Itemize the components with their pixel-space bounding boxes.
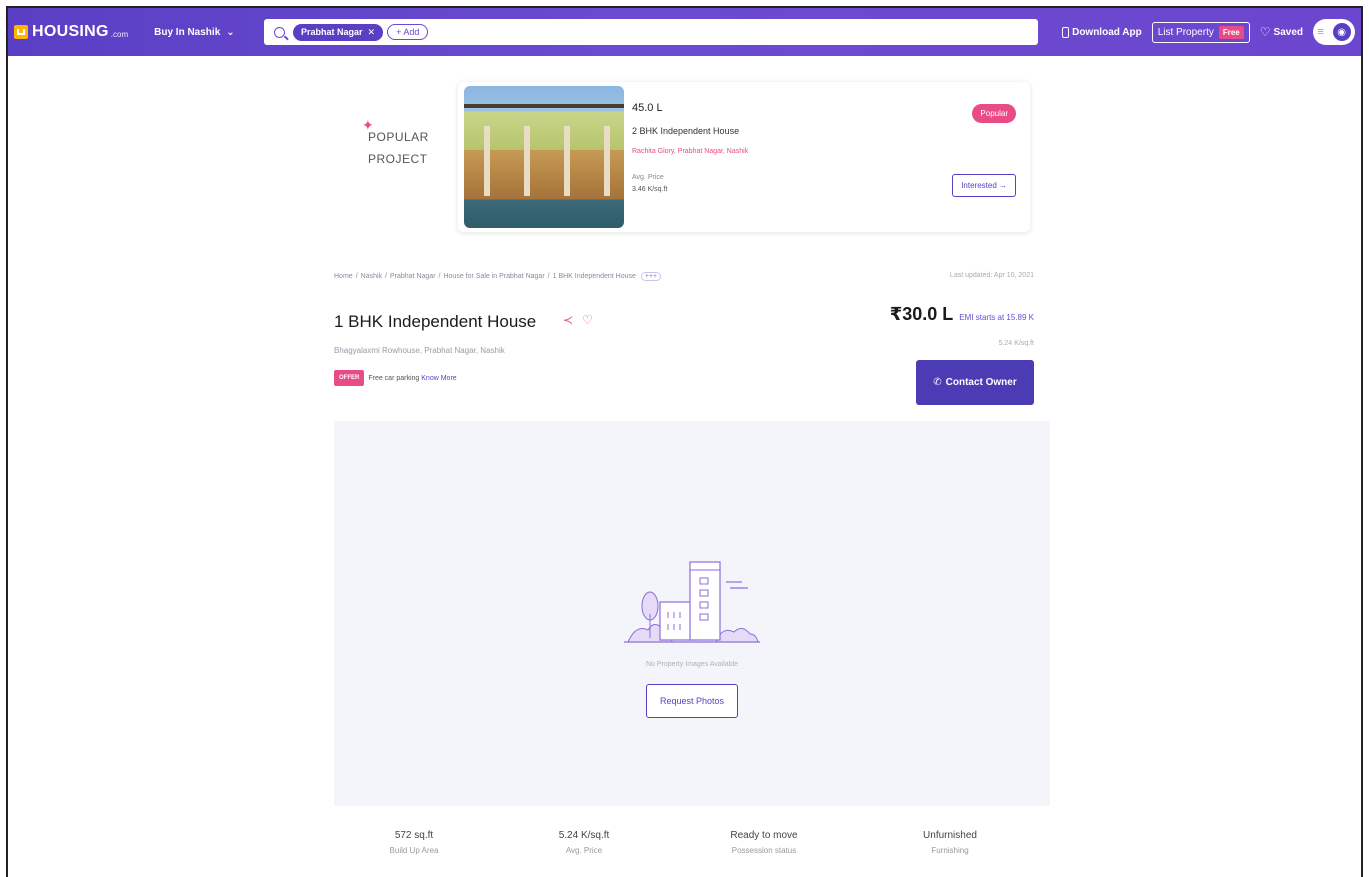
project-price: 45.0 L xyxy=(632,102,663,114)
avatar: ◉ xyxy=(1332,23,1351,41)
fact-build-up-area: 572 sq.ft Build Up Area xyxy=(334,830,494,855)
offer-badge: OFFER xyxy=(334,370,365,386)
free-badge: Free xyxy=(1218,25,1244,39)
popular-project-heading: ✦ POPULAR PROJECT xyxy=(362,117,429,170)
contact-owner-label: Contact Owner xyxy=(945,377,1017,388)
sparkle-icon: ✦ xyxy=(362,117,375,133)
offer-know-more-link[interactable]: Know More xyxy=(421,375,456,382)
breadcrumb-more-button[interactable]: +++ xyxy=(640,272,662,281)
popular-label-line1: POPULAR xyxy=(368,130,429,144)
close-icon[interactable]: ✕ xyxy=(368,27,376,38)
no-images-text: No Property Images Available xyxy=(645,661,739,668)
fact-label: Furnishing xyxy=(931,846,969,855)
page-title: 1 BHK Independent House xyxy=(334,312,537,331)
project-avg-price: 3.46 K/sq.ft xyxy=(632,186,668,193)
list-property-label: List Property xyxy=(1157,26,1214,38)
phone-icon: ✆ xyxy=(933,377,942,388)
fact-value: Ready to move xyxy=(730,830,798,841)
price-row: ₹30.0 L EMI starts at 15.89 K xyxy=(890,304,1034,325)
top-navigation-bar: HOUSING .com Buy In Nashik ⌄ Prabhat Nag… xyxy=(8,8,1361,56)
home-logo-icon xyxy=(14,25,28,39)
request-photos-button[interactable]: Request Photos xyxy=(646,684,738,718)
chevron-down-icon: ⌄ xyxy=(226,26,235,38)
saved-link[interactable]: ♡ Saved xyxy=(1260,25,1303,39)
brand-name: HOUSING xyxy=(32,23,109,40)
search-icon xyxy=(274,26,285,38)
download-app-link[interactable]: Download App xyxy=(1062,26,1142,38)
listing-address: Bhagyalaxmi Rowhouse, Prabhat Nagar, Nas… xyxy=(334,346,505,355)
project-avg-price-label: Avg. Price xyxy=(632,174,664,181)
price-per-sqft: 5.24 K/sq.ft xyxy=(998,340,1034,347)
favorite-icon[interactable]: ♡ xyxy=(582,313,593,327)
fact-value: 572 sq.ft xyxy=(394,830,434,841)
project-photo[interactable] xyxy=(464,86,624,228)
breadcrumb-item[interactable]: Prabhat Nagar xyxy=(390,273,436,280)
city-selector[interactable]: Buy In Nashik ⌄ xyxy=(154,27,235,38)
heart-icon: ♡ xyxy=(1259,25,1271,39)
building-illustration-icon xyxy=(624,561,760,643)
breadcrumb-item[interactable]: House for Sale in Prabhat Nagar xyxy=(443,273,544,280)
photo-column xyxy=(604,126,610,196)
phone-icon xyxy=(1062,26,1070,38)
add-locality-button[interactable]: + Add xyxy=(387,24,429,40)
share-icon[interactable]: ≺ xyxy=(563,313,573,327)
housing-logo[interactable]: HOUSING .com xyxy=(14,23,128,41)
photo-column xyxy=(564,126,570,196)
offer-description: Free car parking xyxy=(368,374,420,382)
fact-value: 5.24 K/sq.ft xyxy=(558,830,610,841)
popular-project-card[interactable]: 45.0 L 2 BHK Independent House Rachita G… xyxy=(458,82,1030,232)
user-menu[interactable]: ≡ ◉ xyxy=(1313,19,1355,45)
download-app-label: Download App xyxy=(1072,26,1142,38)
breadcrumb: Home / Nashik / Prabhat Nagar / House for Sale… xyxy=(334,272,662,281)
search-locality-chip[interactable]: Prabhat Nagar ✕ xyxy=(293,23,384,41)
chip-label: Prabhat Nagar xyxy=(301,27,363,37)
fact-avg-price: 5.24 K/sq.ft Avg. Price xyxy=(504,830,664,855)
fact-label: Possession status xyxy=(731,846,797,855)
saved-label: Saved xyxy=(1273,26,1303,38)
project-type: 2 BHK Independent House xyxy=(632,126,740,136)
browser-viewport: HOUSING .com Buy In Nashik ⌄ Prabhat Nag… xyxy=(6,6,1363,877)
last-updated: Last updated: Apr 10, 2021 xyxy=(949,272,1034,279)
fact-possession-status: Ready to move Possession status xyxy=(684,830,844,855)
search-bar[interactable]: Prabhat Nagar ✕ + Add xyxy=(264,19,1038,45)
breadcrumb-item[interactable]: Nashik xyxy=(361,273,382,280)
listing-price: ₹30.0 L xyxy=(889,304,954,324)
interested-button[interactable]: Interested → xyxy=(952,174,1016,197)
contact-owner-button[interactable]: ✆ Contact Owner xyxy=(916,360,1034,405)
offer-row: OFFER Free car parking Know More xyxy=(334,370,457,386)
breadcrumb-item: 1 BHK Independent House xyxy=(552,273,636,280)
fact-label: Avg. Price xyxy=(565,846,603,855)
menu-icon: ≡ xyxy=(1317,26,1324,38)
offer-text: Free car parking Know More xyxy=(368,375,456,382)
project-location[interactable]: Rachita Glory, Prabhat Nagar, Nashik xyxy=(632,148,748,155)
popular-label-line2: PROJECT xyxy=(368,152,428,166)
photo-gallery-placeholder: No Property Images Available Request Pho… xyxy=(334,421,1050,806)
header-actions: Download App List Property Free ♡ Saved … xyxy=(1062,8,1355,56)
city-selector-label: Buy In Nashik xyxy=(154,26,221,38)
fact-label: Build Up Area xyxy=(389,846,439,855)
photo-column xyxy=(524,126,530,196)
brand-suffix: .com xyxy=(110,30,129,39)
emi-link[interactable]: EMI starts at 15.89 K xyxy=(959,313,1034,322)
popular-badge: Popular xyxy=(972,104,1016,123)
photo-column xyxy=(484,126,490,196)
list-property-button[interactable]: List Property Free xyxy=(1151,21,1250,43)
breadcrumb-item[interactable]: Home xyxy=(334,273,353,280)
fact-value: Unfurnished xyxy=(923,830,977,841)
fact-furnishing: Unfurnished Furnishing xyxy=(870,830,1030,855)
photo-roof-detail xyxy=(464,104,624,108)
